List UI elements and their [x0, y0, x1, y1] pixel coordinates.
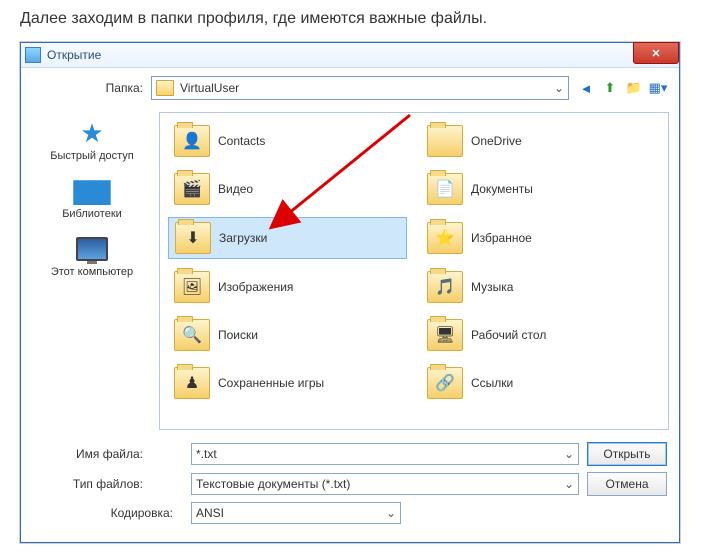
- sidebar-label: Быстрый доступ: [50, 150, 134, 162]
- encoding-dropdown[interactable]: ANSI ⌄: [191, 502, 401, 524]
- folder-icon: 🖼: [174, 271, 210, 303]
- back-icon[interactable]: ◄: [577, 79, 595, 97]
- folder-label: OneDrive: [471, 134, 522, 148]
- filetype-value: Текстовые документы (*.txt): [196, 477, 350, 491]
- close-icon: ✕: [651, 47, 660, 60]
- folder-item[interactable]: 🖼 Изображения: [168, 267, 407, 307]
- sidebar-thispc[interactable]: Этот компьютер: [51, 234, 133, 278]
- filetype-label: Тип файлов:: [33, 477, 143, 491]
- folder-overlay-icon: 🔗: [435, 373, 455, 393]
- folder-label: Ссылки: [471, 376, 513, 390]
- folder-label: Сохраненные игры: [218, 376, 324, 390]
- folder-icon: 👤: [174, 125, 210, 157]
- folder-icon: 🖥: [427, 319, 463, 351]
- chevron-down-icon: ⌄: [564, 477, 574, 491]
- places-sidebar: ★ Быстрый доступ ▇▇ Библиотеки Этот комп…: [25, 112, 159, 430]
- folder-overlay-icon: 🔍: [182, 325, 202, 345]
- folder-item[interactable]: ⭐ Избранное: [421, 217, 660, 259]
- folder-label: Поиски: [218, 328, 258, 342]
- folder-label: Загрузки: [219, 231, 267, 245]
- libraries-icon: ▇▇: [74, 177, 111, 206]
- chevron-down-icon: ⌄: [554, 81, 564, 95]
- folder-icon: 🎬: [174, 173, 210, 205]
- folder-icon: 🎵: [427, 271, 463, 303]
- folder-item[interactable]: 🎬 Видео: [168, 169, 407, 209]
- folder-icon: [156, 80, 174, 96]
- folder-overlay-icon: 🎵: [435, 277, 455, 297]
- folder-item[interactable]: 📄 Документы: [421, 169, 660, 209]
- folder-label: Избранное: [471, 231, 532, 245]
- view-menu-icon[interactable]: ▦▾: [649, 79, 667, 97]
- filename-label: Имя файла:: [33, 447, 143, 461]
- folder-icon: 🔍: [174, 319, 210, 351]
- cancel-button[interactable]: Отмена: [587, 472, 667, 496]
- monitor-icon: [76, 237, 108, 261]
- folder-icon: ⭐: [427, 222, 463, 254]
- current-folder: VirtualUser: [180, 81, 239, 95]
- file-list-pane: 👤 Contacts OneDrive 🎬 Видео 📄 Документы ⬇ Загруз…: [159, 112, 669, 430]
- encoding-label: Кодировка:: [33, 506, 173, 520]
- dialog-bottom: Имя файла: *.txt ⌄ Открыть Тип файлов: Т…: [21, 436, 679, 542]
- open-button[interactable]: Открыть: [587, 442, 667, 466]
- page-caption: Далее заходим в папки профиля, где имеют…: [20, 10, 689, 28]
- folder-label: Папка:: [33, 81, 143, 95]
- folder-label: Музыка: [471, 280, 513, 294]
- encoding-value: ANSI: [196, 506, 224, 520]
- folder-icon: ♟: [174, 367, 210, 399]
- folder-item[interactable]: 🔗 Ссылки: [421, 363, 660, 403]
- open-dialog: Открытие ✕ Папка: VirtualUser ⌄ ◄ ⬆ 📁 ▦▾…: [20, 42, 680, 543]
- folder-dropdown[interactable]: VirtualUser ⌄: [151, 76, 569, 100]
- folder-item[interactable]: 🖥 Рабочий стол: [421, 315, 660, 355]
- titlebar: Открытие ✕: [21, 43, 679, 68]
- folder-overlay-icon: 🖥: [435, 325, 455, 345]
- sidebar-label: Этот компьютер: [51, 266, 133, 278]
- folder-row: Папка: VirtualUser ⌄ ◄ ⬆ 📁 ▦▾: [21, 68, 679, 106]
- close-button[interactable]: ✕: [633, 42, 679, 64]
- folder-overlay-icon: 📄: [435, 179, 455, 199]
- up-icon[interactable]: ⬆: [601, 79, 619, 97]
- folder-label: Изображения: [218, 280, 293, 294]
- folder-overlay-icon: ⬇: [186, 228, 199, 248]
- new-folder-icon[interactable]: 📁: [625, 79, 643, 97]
- sidebar-libraries[interactable]: ▇▇ Библиотеки: [62, 176, 122, 220]
- folder-overlay-icon: ⭐: [435, 228, 455, 248]
- folder-label: Видео: [218, 182, 253, 196]
- folder-icon: 🔗: [427, 367, 463, 399]
- folder-item[interactable]: 👤 Contacts: [168, 121, 407, 161]
- folder-overlay-icon: 🎬: [182, 179, 202, 199]
- sidebar-label: Библиотеки: [62, 208, 122, 220]
- chevron-down-icon: ⌄: [386, 506, 396, 520]
- folder-label: Документы: [471, 182, 533, 196]
- folder-item[interactable]: ⬇ Загрузки: [168, 217, 407, 259]
- folder-overlay-icon: ♟: [185, 373, 199, 393]
- folder-label: Contacts: [218, 134, 265, 148]
- filename-value: *.txt: [196, 447, 217, 461]
- folder-icon: 📄: [427, 173, 463, 205]
- folder-item[interactable]: 🎵 Музыка: [421, 267, 660, 307]
- star-icon: ★: [80, 118, 103, 149]
- folder-overlay-icon: 🖼: [182, 277, 202, 297]
- folder-item[interactable]: 🔍 Поиски: [168, 315, 407, 355]
- filename-input[interactable]: *.txt ⌄: [191, 443, 579, 465]
- chevron-down-icon: ⌄: [564, 447, 574, 461]
- toolbar-icons: ◄ ⬆ 📁 ▦▾: [577, 79, 667, 97]
- folder-item[interactable]: ♟ Сохраненные игры: [168, 363, 407, 403]
- folder-label: Рабочий стол: [471, 328, 546, 342]
- folder-overlay-icon: 👤: [182, 131, 202, 151]
- folder-icon: ⬇: [175, 222, 211, 254]
- filetype-dropdown[interactable]: Текстовые документы (*.txt) ⌄: [191, 473, 579, 495]
- app-icon: [25, 47, 41, 63]
- folder-icon: [427, 125, 463, 157]
- sidebar-quickaccess[interactable]: ★ Быстрый доступ: [50, 118, 134, 162]
- dialog-title: Открытие: [47, 48, 101, 62]
- folder-item[interactable]: OneDrive: [421, 121, 660, 161]
